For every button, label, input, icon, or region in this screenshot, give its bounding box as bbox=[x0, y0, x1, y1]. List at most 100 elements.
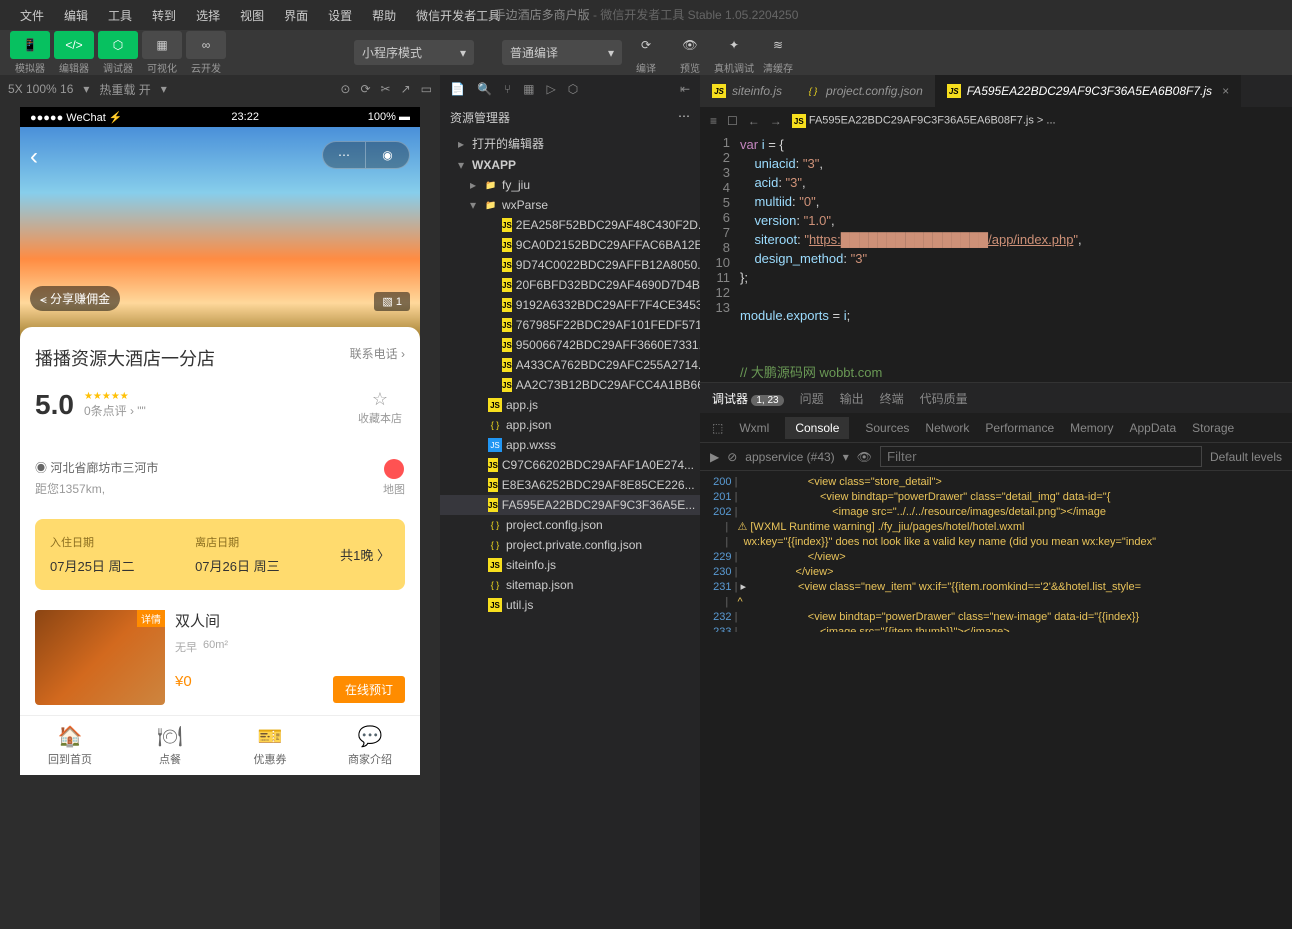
collapse-icon[interactable]: ⇤ bbox=[680, 82, 690, 96]
tab-home[interactable]: 🏠回到首页 bbox=[20, 724, 120, 767]
dbg-tab-terminal[interactable]: 终端 bbox=[880, 390, 904, 407]
book-button[interactable]: 在线预订 bbox=[333, 676, 405, 703]
menu-tools[interactable]: 工具 bbox=[98, 7, 142, 24]
dbg-tab-output[interactable]: 输出 bbox=[840, 390, 864, 407]
filter-input[interactable] bbox=[880, 446, 1202, 467]
file-item[interactable]: JS 767985F22BDC29AF101FEDF571... bbox=[440, 315, 700, 335]
contact-phone[interactable]: 联系电话 › bbox=[350, 345, 405, 362]
file-item[interactable]: JS A433CA762BDC29AFC255A2714... bbox=[440, 355, 700, 375]
sim-action-icon[interactable]: ⟳ bbox=[360, 82, 370, 96]
cloud-button[interactable]: ∞ bbox=[186, 31, 226, 59]
debug-icon[interactable]: ▷ bbox=[546, 82, 555, 96]
simulator-button[interactable]: 📱 bbox=[10, 31, 50, 59]
ed-icon[interactable]: ≡ bbox=[710, 114, 717, 128]
close-icon[interactable]: × bbox=[1222, 84, 1229, 98]
devtab-memory[interactable]: Memory bbox=[1070, 421, 1113, 435]
visual-button[interactable]: ▦ bbox=[142, 31, 182, 59]
context-select[interactable]: appservice (#43) bbox=[745, 450, 834, 464]
file-item[interactable]: JS 9192A6332BDC29AFF7F4CE3453... bbox=[440, 295, 700, 315]
more-icon[interactable]: ⬡ bbox=[568, 82, 578, 96]
sim-action-icon[interactable]: ▭ bbox=[421, 82, 432, 96]
back-icon[interactable]: ‹ bbox=[30, 143, 38, 171]
menu-view[interactable]: 视图 bbox=[230, 7, 274, 24]
tab-about[interactable]: 💬商家介绍 bbox=[320, 724, 420, 767]
code-editor[interactable]: 12345678 10111213 var i = { uniacid: "3"… bbox=[700, 135, 1292, 382]
capsule-menu[interactable]: ⋯ bbox=[322, 141, 366, 169]
capsule-close[interactable]: ◉ bbox=[366, 141, 410, 169]
file-item[interactable]: { } sitemap.json bbox=[440, 575, 700, 595]
sim-action-icon[interactable]: ↗ bbox=[401, 82, 411, 96]
folder-item[interactable]: ▸📁 fy_jiu bbox=[440, 175, 700, 195]
devtab-network[interactable]: Network bbox=[925, 421, 969, 435]
file-item[interactable]: JS 20F6BFD32BDC29AF4690D7D4B... bbox=[440, 275, 700, 295]
image-count-badge[interactable]: ▧ 1 bbox=[374, 292, 410, 311]
date-picker[interactable]: 入住日期 07月25日 周二 离店日期 07月26日 周三 共1晚 〉 bbox=[35, 519, 405, 590]
file-item[interactable]: JS AA2C73B12BDC29AFCC4A1BB66... bbox=[440, 375, 700, 395]
file-item[interactable]: JS FA595EA22BDC29AF9C3F36A5E... bbox=[440, 495, 700, 515]
levels-select[interactable]: Default levels bbox=[1210, 450, 1282, 464]
menu-help[interactable]: 帮助 bbox=[362, 7, 406, 24]
debugger-button[interactable]: ⬡ bbox=[98, 31, 138, 59]
folder-item[interactable]: ▾📁 wxParse bbox=[440, 195, 700, 215]
share-button[interactable]: ⪪ 分享赚佣金 bbox=[30, 286, 120, 311]
zoom-level[interactable]: 5X 100% 16 bbox=[8, 82, 73, 96]
file-item[interactable]: { } project.private.config.json bbox=[440, 535, 700, 555]
file-item[interactable]: JS E8E3A6252BDC29AF8E85CE226... bbox=[440, 475, 700, 495]
devtab-wxml[interactable]: Wxml bbox=[739, 421, 769, 435]
clear-cache-button[interactable]: ≋ bbox=[762, 31, 794, 59]
file-item[interactable]: { } project.config.json bbox=[440, 515, 700, 535]
devtab-console[interactable]: Console bbox=[785, 417, 849, 439]
hot-reload[interactable]: 热重载 开 bbox=[99, 81, 150, 98]
editor-button[interactable]: </> bbox=[54, 31, 94, 59]
mode-select[interactable]: 小程序模式▾ bbox=[354, 40, 474, 65]
tab-config[interactable]: { }project.config.json bbox=[794, 75, 935, 107]
git-icon[interactable]: ⑂ bbox=[504, 82, 511, 96]
bookmark-icon[interactable]: ☐ bbox=[727, 114, 738, 128]
open-editors-section[interactable]: ▸打开的编辑器 bbox=[440, 132, 700, 155]
tab-siteinfo[interactable]: JSsiteinfo.js bbox=[700, 75, 794, 107]
file-item[interactable]: JS 2EA258F52BDC29AF48C430F2D... bbox=[440, 215, 700, 235]
file-item[interactable]: JS util.js bbox=[440, 595, 700, 615]
menu-goto[interactable]: 转到 bbox=[142, 7, 186, 24]
dbg-tab-quality[interactable]: 代码质量 bbox=[920, 390, 968, 407]
inspect-icon[interactable]: ⬚ bbox=[712, 421, 723, 435]
tab-food[interactable]: 🍽点餐 bbox=[120, 724, 220, 767]
devtab-storage[interactable]: Storage bbox=[1192, 421, 1234, 435]
device-debug-button[interactable]: ✦ bbox=[718, 31, 750, 59]
tab-active[interactable]: JSFA595EA22BDC29AF9C3F36A5EA6B08F7.js× bbox=[935, 75, 1241, 107]
menu-settings[interactable]: 设置 bbox=[318, 7, 362, 24]
sim-action-icon[interactable]: ✂ bbox=[381, 82, 391, 96]
favorite-button[interactable]: ☆收藏本店 bbox=[358, 389, 402, 426]
file-item[interactable]: JS 9D74C0022BDC29AFFB12A8050... bbox=[440, 255, 700, 275]
file-item[interactable]: JS 950066742BDC29AFF3660E7331... bbox=[440, 335, 700, 355]
extension-icon[interactable]: ▦ bbox=[523, 82, 534, 96]
file-item[interactable]: JS C97C66202BDC29AFAF1A0E274... bbox=[440, 455, 700, 475]
file-item[interactable]: JS siteinfo.js bbox=[440, 555, 700, 575]
menu-interface[interactable]: 界面 bbox=[274, 7, 318, 24]
menu-file[interactable]: 文件 bbox=[10, 7, 54, 24]
back-icon[interactable]: ← bbox=[748, 114, 760, 128]
eye-icon[interactable]: 👁 bbox=[857, 450, 872, 464]
tab-coupon[interactable]: 🎫优惠券 bbox=[220, 724, 320, 767]
search-icon[interactable]: 🔍 bbox=[477, 82, 492, 96]
console-output[interactable]: 200 | <view class="store_detail"> 201 | … bbox=[700, 471, 1292, 632]
room-item[interactable]: 详情 双人间 无早60m² ¥0 在线预订 bbox=[20, 600, 420, 715]
devtab-appdata[interactable]: AppData bbox=[1129, 421, 1176, 435]
forward-icon[interactable]: → bbox=[770, 114, 782, 128]
file-item[interactable]: JS app.js bbox=[440, 395, 700, 415]
dbg-tab-problems[interactable]: 问题 bbox=[800, 390, 824, 407]
more-icon[interactable]: ⋯ bbox=[678, 109, 690, 126]
location-section[interactable]: ◉ 河北省廊坊市三河市 距您1357km, 地图 bbox=[20, 447, 420, 509]
devtab-performance[interactable]: Performance bbox=[985, 421, 1054, 435]
clear-icon[interactable]: ⊘ bbox=[727, 450, 737, 464]
file-item[interactable]: JS 9CA0D2152BDC29AFFAC6BA12E... bbox=[440, 235, 700, 255]
play-icon[interactable]: ▶ bbox=[710, 450, 719, 464]
menu-select[interactable]: 选择 bbox=[186, 7, 230, 24]
map-button[interactable]: 地图 bbox=[383, 459, 405, 497]
file-item[interactable]: JS app.wxss bbox=[440, 435, 700, 455]
explorer-icon[interactable]: 📄 bbox=[450, 82, 465, 96]
reviews-link[interactable]: 0条点评 › "" bbox=[84, 402, 146, 419]
breadcrumb[interactable]: JS FA595EA22BDC29AF9C3F36A5EA6B08F7.js >… bbox=[792, 114, 1056, 128]
menu-edit[interactable]: 编辑 bbox=[54, 7, 98, 24]
project-root[interactable]: ▾WXAPP bbox=[440, 155, 700, 175]
